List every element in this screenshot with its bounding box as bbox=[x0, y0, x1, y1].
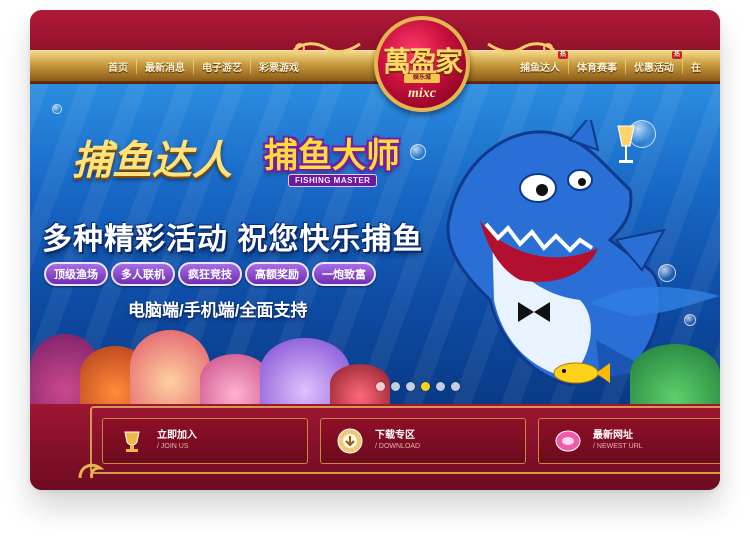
feature-pill: 多人联机 bbox=[111, 262, 175, 286]
carousel-dot[interactable] bbox=[376, 382, 385, 391]
feature-pill: 高额奖励 bbox=[245, 262, 309, 286]
nav-item-slots[interactable]: 电子游艺 bbox=[193, 58, 250, 74]
newest-url-button[interactable]: 最新网址 / NEWEST URL bbox=[538, 418, 720, 464]
download-title: 下载专区 bbox=[375, 430, 415, 441]
yellow-fish-icon bbox=[553, 362, 610, 384]
hot-badge: 热 bbox=[671, 50, 682, 59]
main-nav-left: 首页 最新消息 电子游艺 彩票游戏 bbox=[100, 56, 307, 76]
carousel-dot[interactable] bbox=[436, 382, 445, 391]
hot-badge: 热 bbox=[557, 50, 568, 59]
nav-item-news[interactable]: 最新消息 bbox=[136, 58, 193, 74]
nav-item-fishing-label: 捕鱼达人 bbox=[520, 62, 560, 74]
newest-url-subtitle: / NEWEST URL bbox=[593, 443, 643, 450]
title-fishing-master: 捕鱼大师 bbox=[264, 137, 400, 175]
platform-support-text: 电脑端/手机端/全面支持 bbox=[128, 301, 308, 320]
carousel-dot[interactable] bbox=[451, 382, 460, 391]
ornament-scroll-right bbox=[487, 42, 555, 53]
nav-item-fishing[interactable]: 捕鱼达人 热 bbox=[512, 50, 568, 74]
main-nav-right: 捕鱼达人 热 体育赛事 优惠活动 热 在 bbox=[512, 50, 709, 76]
download-button[interactable]: 下载专区 / DOWNLOAD bbox=[320, 418, 526, 464]
web-link-icon bbox=[555, 430, 581, 452]
carousel-dot-active[interactable] bbox=[421, 382, 430, 391]
nav-item-home[interactable]: 首页 bbox=[100, 59, 136, 74]
fishing-master-badge: FISHING MASTER bbox=[288, 174, 378, 187]
logo-tag: 娱乐城 bbox=[404, 74, 440, 83]
join-us-subtitle: / JOIN US bbox=[157, 443, 189, 450]
banner-headline: 多种精彩活动 祝您快乐捕鱼 bbox=[42, 223, 424, 256]
nav-item-online[interactable]: 在 bbox=[682, 58, 709, 74]
dolphin-silhouette bbox=[590, 286, 720, 316]
feature-pill: 疯狂竞技 bbox=[178, 262, 242, 286]
feature-pills: 顶级渔场 多人联机 疯狂竞技 高额奖励 一炮致富 bbox=[44, 262, 376, 286]
nav-item-lottery[interactable]: 彩票游戏 bbox=[250, 58, 307, 74]
feature-pill: 一炮致富 bbox=[312, 262, 376, 286]
bubble-decoration bbox=[52, 104, 62, 114]
download-subtitle: / DOWNLOAD bbox=[375, 443, 421, 450]
site-logo[interactable]: 萬盈家 娱乐城 mixc bbox=[374, 16, 470, 116]
download-disc-icon bbox=[337, 428, 363, 454]
nav-item-sports[interactable]: 体育赛事 bbox=[568, 58, 625, 74]
title-fishing-expert: 捕鱼达人 bbox=[72, 138, 232, 183]
newest-url-title: 最新网址 bbox=[593, 430, 633, 441]
carousel-dot[interactable] bbox=[406, 382, 415, 391]
nav-item-promotions-label: 优惠活动 bbox=[634, 62, 674, 74]
join-us-button[interactable]: 立即加入 / JOIN US bbox=[102, 418, 308, 464]
nav-item-promotions[interactable]: 优惠活动 热 bbox=[625, 50, 682, 74]
ornament-scroll-left bbox=[293, 42, 361, 53]
quick-actions-bar: 立即加入 / JOIN US 下载专区 / DOWNLOAD 最新网址 / NE… bbox=[30, 404, 720, 490]
logo-subtitle: mixc bbox=[408, 86, 436, 101]
carousel-indicators bbox=[376, 382, 460, 391]
carousel-dot[interactable] bbox=[391, 382, 400, 391]
hero-banner[interactable]: 捕鱼达人 捕鱼大师 FISHING MASTER 多种精彩活动 祝您快乐捕鱼 顶… bbox=[30, 84, 720, 404]
feature-pill: 顶级渔场 bbox=[44, 262, 108, 286]
seaweed-decoration bbox=[630, 344, 720, 404]
join-us-title: 立即加入 bbox=[157, 430, 197, 441]
trophy-icon bbox=[124, 431, 140, 452]
website-card: 首页 最新消息 电子游艺 彩票游戏 捕鱼达人 热 体育赛事 优惠活动 热 在 萬… bbox=[30, 10, 720, 490]
coral-decoration bbox=[130, 330, 210, 404]
